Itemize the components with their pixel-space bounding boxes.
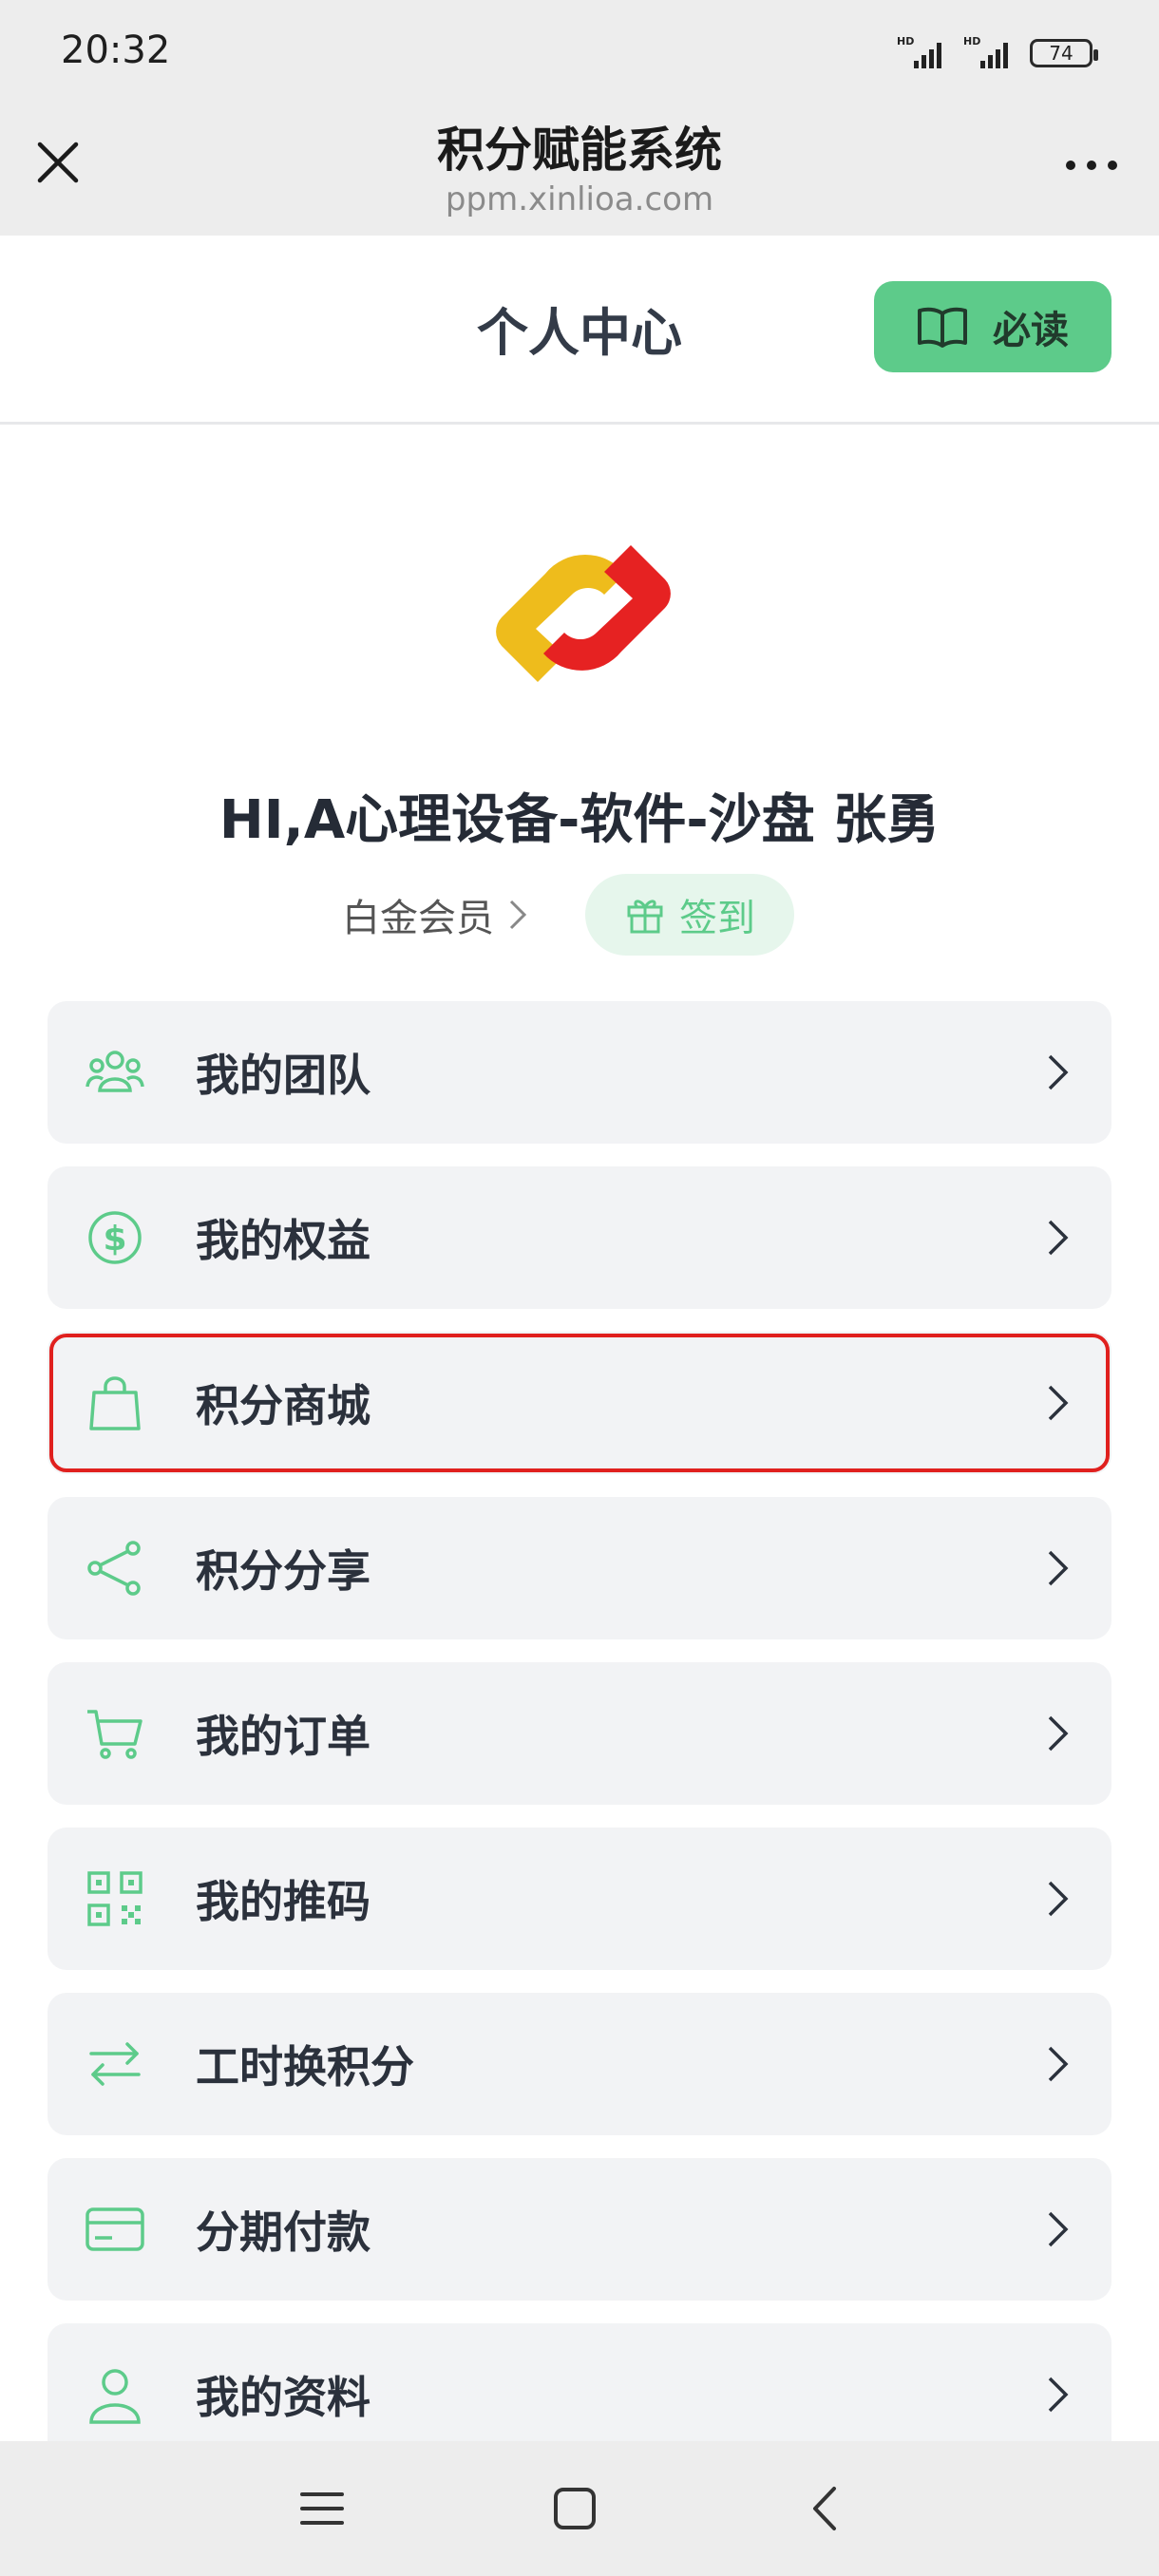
menu-item-points-mall[interactable]: 积分商城 (48, 1332, 1112, 1474)
dollar-icon: $ (82, 1204, 148, 1271)
menu-item-benefits[interactable]: $ 我的权益 (48, 1166, 1112, 1309)
checkin-button[interactable]: 签到 (585, 874, 794, 956)
chevron-right-icon (1048, 1881, 1069, 1917)
chevron-right-icon (1048, 2046, 1069, 2082)
exchange-icon (82, 2031, 148, 2097)
member-level-label: 白金会员 (342, 897, 494, 940)
chevron-right-icon (1048, 1550, 1069, 1586)
chevron-right-icon (1048, 2211, 1069, 2247)
browser-chrome: 20:32 HD HD 74 积分赋能系统 ppm.xinlioa.com (0, 0, 1159, 236)
shopping-bag-icon (82, 1370, 148, 1436)
menu-item-referral-code[interactable]: 我的推码 (48, 1828, 1112, 1970)
chevron-right-icon (1048, 1220, 1069, 1256)
must-read-button[interactable]: 必读 (874, 281, 1112, 372)
user-icon (82, 2361, 148, 2428)
book-icon (918, 307, 967, 348)
share-icon (82, 1535, 148, 1601)
menu-item-hours-exchange[interactable]: 工时换积分 (48, 1993, 1112, 2135)
menu-label: 我的权益 (196, 1215, 370, 1266)
menu-icon[interactable] (291, 2477, 353, 2540)
brand-logo (496, 545, 671, 682)
checkin-label: 签到 (679, 897, 755, 940)
menu-label: 积分商城 (196, 1380, 370, 1431)
menu-item-installments[interactable]: 分期付款 (48, 2158, 1112, 2301)
user-greeting: HI,A心理设备-软件-沙盘 张勇 (218, 789, 940, 851)
browser-url: ppm.xinlioa.com (445, 180, 714, 218)
chevron-right-icon (1048, 1385, 1069, 1421)
menu-label: 我的订单 (196, 1711, 370, 1762)
chevron-right-icon (1048, 2377, 1069, 2413)
menu-label: 我的推码 (196, 1876, 370, 1927)
menu-item-points-share[interactable]: 积分分享 (48, 1497, 1112, 1639)
menu-label: 分期付款 (196, 2207, 370, 2258)
chevron-right-icon (1048, 1715, 1069, 1752)
chevron-right-icon (1048, 1054, 1069, 1090)
credit-card-icon (82, 2196, 148, 2263)
menu-label: 积分分享 (196, 1545, 370, 1597)
menu-label: 工时换积分 (196, 2041, 414, 2093)
svg-text:$: $ (103, 1220, 126, 1259)
member-level-link[interactable]: 白金会员 (342, 887, 528, 942)
menu-item-team[interactable]: 我的团队 (48, 1001, 1112, 1144)
gift-icon (627, 900, 663, 934)
back-icon[interactable] (796, 2477, 859, 2540)
menu-label: 我的资料 (196, 2372, 370, 2423)
menu-label: 我的团队 (196, 1050, 370, 1101)
home-icon[interactable] (543, 2477, 606, 2540)
system-nav-bar (0, 2441, 1159, 2576)
status-time: 20:32 (61, 28, 171, 72)
browser-title: 积分赋能系统 (437, 123, 722, 178)
member-row: 白金会员 签到 (342, 872, 794, 957)
qr-code-icon (82, 1866, 148, 1932)
team-icon (82, 1039, 148, 1106)
signal-icon: HD (897, 35, 941, 68)
must-read-label: 必读 (993, 309, 1069, 352)
chevron-right-icon (509, 900, 527, 930)
menu-list: 我的团队 $ 我的权益 积分商城 积分分享 我的订单 我的推码 工时换积分 分期… (48, 1001, 1112, 2489)
signal-icon: HD (963, 35, 1008, 68)
battery-icon: 74 (1030, 39, 1098, 67)
menu-item-orders[interactable]: 我的订单 (48, 1662, 1112, 1805)
svg-text:HD: HD (897, 35, 914, 47)
svg-text:HD: HD (963, 35, 980, 47)
cart-icon (82, 1700, 148, 1767)
status-icons: HD HD 74 (897, 34, 1098, 72)
page-header: 个人中心 必读 (0, 236, 1159, 425)
more-icon[interactable] (1053, 142, 1130, 188)
